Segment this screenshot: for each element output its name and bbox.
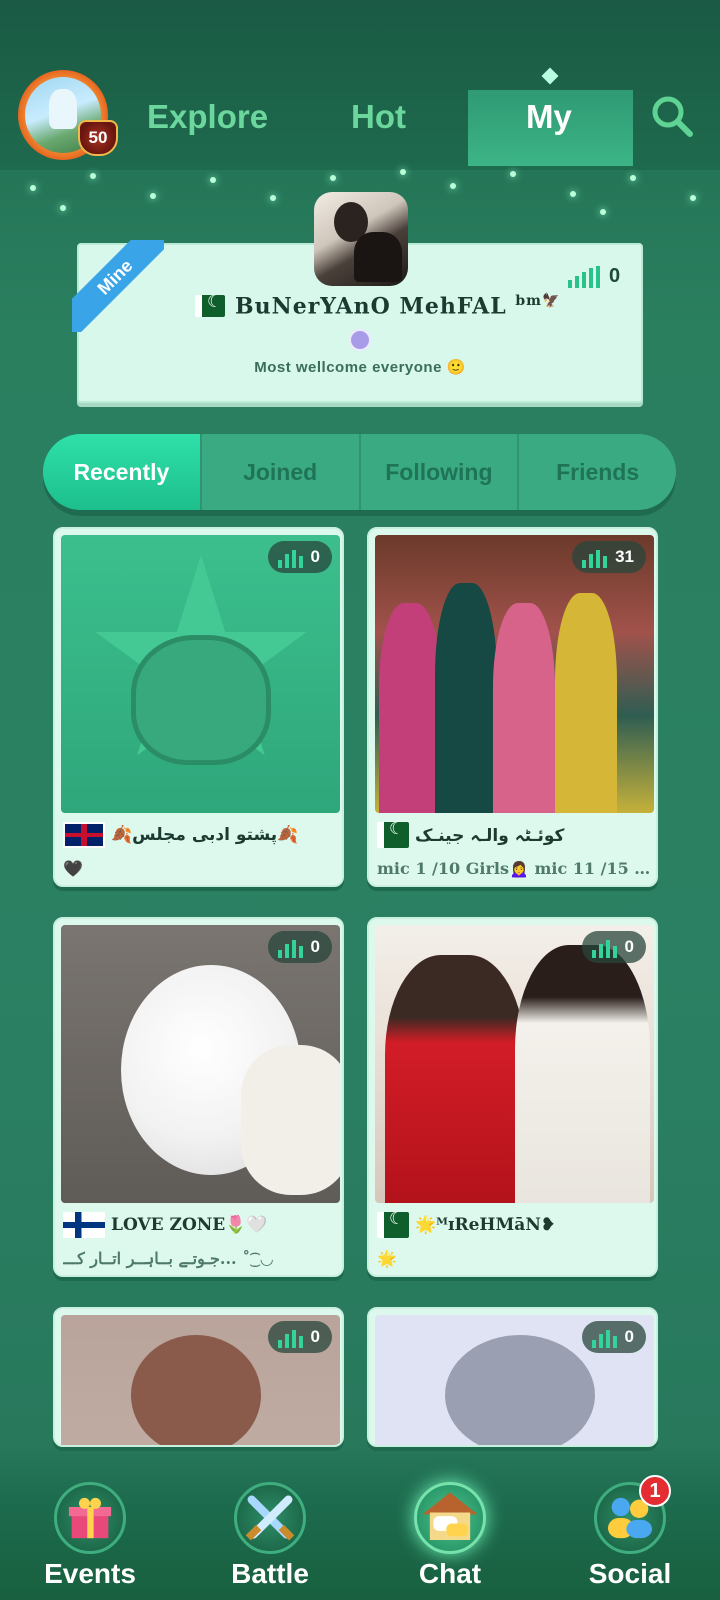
pakistan-flag-icon [377, 819, 409, 848]
segment-following[interactable]: Following [361, 434, 520, 510]
room-title: 🌟ᴹɪReHMāN❥ [415, 1215, 556, 1235]
segment-joined[interactable]: Joined [202, 434, 361, 510]
room-filter-tabs: Recently Joined Following Friends [43, 434, 676, 510]
room-title: کوئـٹہ والـہ جینـک [415, 825, 565, 846]
room-subtitle: mic 1 /10 Girls🙍‍♀️ mic 11 /15 Boys... [377, 859, 652, 878]
pakistan-flag-icon [195, 292, 225, 318]
room-title-row: کوئـٹہ والـہ جینـک [377, 819, 565, 848]
my-room-title-row: BuNerYAnO MehFAL bm🦅 [195, 292, 561, 320]
room-subtitle: 🖤 [63, 859, 83, 878]
audio-bars-icon [277, 546, 303, 568]
segment-recently[interactable]: Recently [43, 434, 202, 510]
room-card[interactable]: 0 [367, 1307, 658, 1447]
uk-flag-icon [63, 822, 105, 848]
chat-house-icon [414, 1482, 486, 1554]
room-cover-image [61, 535, 340, 813]
tab-hot[interactable]: Hot [351, 98, 406, 136]
nav-battle[interactable]: Battle [195, 1482, 345, 1600]
finland-flag-icon [63, 1212, 105, 1238]
audio-bars-icon [582, 546, 608, 568]
my-room-thumbnail[interactable] [314, 192, 408, 286]
room-cover-image [375, 925, 654, 1203]
room-listener-count: 0 [267, 931, 332, 963]
audio-bars-icon [277, 1326, 303, 1348]
audio-bars-icon [591, 1326, 617, 1348]
my-room-description: Most wellcome everyone 🙂 [254, 359, 466, 376]
room-listener-count: 0 [581, 1321, 646, 1353]
mine-ribbon: Mine [72, 240, 164, 332]
gift-icon [54, 1482, 126, 1554]
audio-bars-icon [591, 936, 617, 958]
audio-bars-icon [568, 266, 600, 288]
room-card[interactable]: 0 LOVE ZONE🌷🤍 جـوتـے بــاہــر اتــار کــ… [53, 917, 344, 1277]
crossed-swords-icon [234, 1482, 306, 1554]
room-title-row: 🌟ᴹɪReHMāN❥ [377, 1209, 556, 1238]
room-title: LOVE ZONE🌷🤍 [111, 1215, 268, 1235]
room-cover-image [61, 925, 340, 1203]
tab-explore[interactable]: Explore [147, 98, 268, 136]
nav-label: Events [44, 1558, 136, 1589]
room-title: 🍂پشتو ادبی مجلس🍂 [111, 825, 299, 845]
room-listener-count: 0 [267, 541, 332, 573]
room-card[interactable]: 31 کوئـٹہ والـہ جینـک mic 1 /10 Girls🙍‍♀… [367, 527, 658, 887]
pakistan-flag-icon [377, 1209, 409, 1238]
room-title-row: 🍂پشتو ادبی مجلس🍂 [63, 822, 298, 848]
my-room-title: BuNerYAnO MehFAL bm🦅 [235, 293, 561, 320]
nav-label: Social [588, 1558, 672, 1589]
people-icon: 1 [594, 1475, 671, 1554]
room-listener-count: 0 [267, 1321, 332, 1353]
audio-bars-icon [277, 936, 303, 958]
room-listener-count: 0 [581, 931, 646, 963]
nav-label: Chat [418, 1558, 482, 1589]
room-subtitle: جـوتـے بــاہــر اتــار کـــ... ˚ ͜͡ ◡ [63, 1249, 274, 1268]
search-icon[interactable] [650, 94, 694, 138]
notification-badge: 1 [639, 1475, 671, 1507]
room-tag-icon [349, 329, 371, 351]
nav-social[interactable]: 1 Social [555, 1475, 705, 1600]
my-room-listener-count: 0 [568, 265, 620, 288]
nav-label: Battle [231, 1558, 309, 1589]
room-card[interactable]: 0 [53, 1307, 344, 1447]
room-subtitle: 🌟 [377, 1249, 397, 1268]
room-card[interactable]: 0 🌟ᴹɪReHMāN❥ 🌟 [367, 917, 658, 1277]
top-tabs: Explore Hot My [0, 90, 720, 166]
segment-friends[interactable]: Friends [519, 434, 676, 510]
room-card[interactable]: 0 🍂پشتو ادبی مجلس🍂 🖤 [53, 527, 344, 887]
room-title-row: LOVE ZONE🌷🤍 [63, 1212, 268, 1238]
room-cover-image [375, 535, 654, 813]
nav-events[interactable]: Events [15, 1482, 165, 1600]
room-listener-count: 31 [572, 541, 646, 573]
tab-my[interactable]: My [526, 98, 572, 136]
nav-chat[interactable]: Chat [375, 1482, 525, 1600]
